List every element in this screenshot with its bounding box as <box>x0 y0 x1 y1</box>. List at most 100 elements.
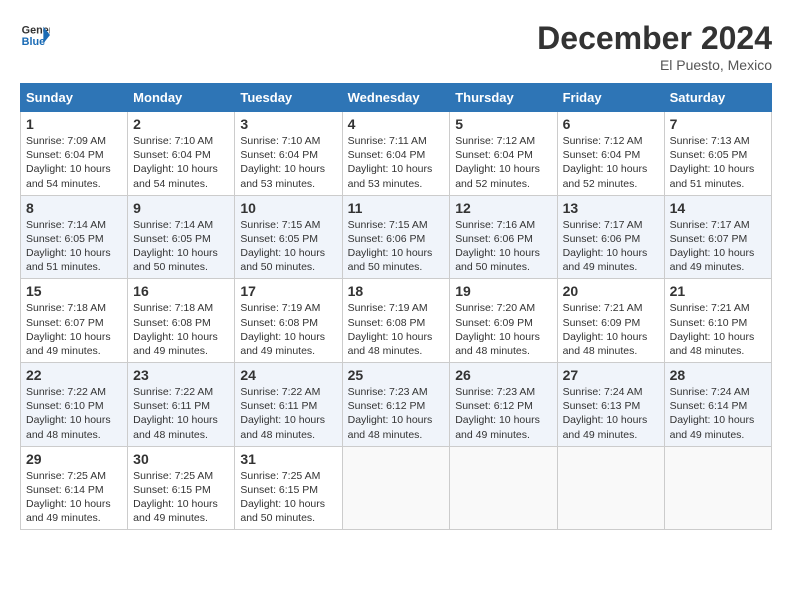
calendar-cell: 10Sunrise: 7:15 AM Sunset: 6:05 PM Dayli… <box>235 195 342 279</box>
day-number: 12 <box>455 200 551 216</box>
day-number: 31 <box>240 451 336 467</box>
day-info: Sunrise: 7:19 AM Sunset: 6:08 PM Dayligh… <box>348 301 445 358</box>
day-info: Sunrise: 7:14 AM Sunset: 6:05 PM Dayligh… <box>26 218 122 275</box>
day-number: 7 <box>670 116 766 132</box>
calendar-cell: 25 Sunrise: 7:23 AM Sunset: 6:12 PM Dayli… <box>342 363 450 447</box>
day-number: 26 <box>455 367 551 383</box>
day-number: 22 <box>26 367 122 383</box>
day-number: 28 <box>670 367 766 383</box>
day-number: 18 <box>348 283 445 299</box>
day-info: Sunrise: 7:22 AM Sunset: 6:11 PM Dayligh… <box>240 385 336 442</box>
calendar-cell: 24 Sunrise: 7:22 AM Sunset: 6:11 PM Dayli… <box>235 363 342 447</box>
calendar-week-3: 15 Sunrise: 7:18 AM Sunset: 6:07 PM Dayli… <box>21 279 772 363</box>
day-number: 13 <box>563 200 659 216</box>
calendar-header-saturday: Saturday <box>664 84 771 112</box>
day-number: 27 <box>563 367 659 383</box>
day-info: Sunrise: 7:17 AM Sunset: 6:06 PM Dayligh… <box>563 218 659 275</box>
day-info: Sunrise: 7:23 AM Sunset: 6:12 PM Dayligh… <box>348 385 445 442</box>
calendar-cell: 29 Sunrise: 7:25 AM Sunset: 6:14 PM Dayli… <box>21 446 128 530</box>
day-info: Sunrise: 7:18 AM Sunset: 6:07 PM Dayligh… <box>26 301 122 358</box>
day-info: Sunrise: 7:15 AM Sunset: 6:06 PM Dayligh… <box>348 218 445 275</box>
day-number: 16 <box>133 283 229 299</box>
location: El Puesto, Mexico <box>537 57 772 73</box>
day-number: 29 <box>26 451 122 467</box>
calendar-cell: 26 Sunrise: 7:23 AM Sunset: 6:12 PM Dayli… <box>450 363 557 447</box>
calendar-cell: 19 Sunrise: 7:20 AM Sunset: 6:09 PM Dayli… <box>450 279 557 363</box>
day-info: Sunrise: 7:10 AM Sunset: 6:04 PM Dayligh… <box>240 134 336 191</box>
calendar-table: SundayMondayTuesdayWednesdayThursdayFrid… <box>20 83 772 530</box>
svg-text:Blue: Blue <box>22 36 45 48</box>
calendar-header-row: SundayMondayTuesdayWednesdayThursdayFrid… <box>21 84 772 112</box>
calendar-cell: 4Sunrise: 7:11 AM Sunset: 6:04 PM Daylig… <box>342 112 450 196</box>
day-number: 15 <box>26 283 122 299</box>
calendar-cell: 30 Sunrise: 7:25 AM Sunset: 6:15 PM Dayli… <box>128 446 235 530</box>
day-number: 24 <box>240 367 336 383</box>
calendar-header-sunday: Sunday <box>21 84 128 112</box>
day-info: Sunrise: 7:10 AM Sunset: 6:04 PM Dayligh… <box>133 134 229 191</box>
calendar-week-5: 29 Sunrise: 7:25 AM Sunset: 6:14 PM Dayli… <box>21 446 772 530</box>
day-info: Sunrise: 7:17 AM Sunset: 6:07 PM Dayligh… <box>670 218 766 275</box>
calendar-cell: 14Sunrise: 7:17 AM Sunset: 6:07 PM Dayli… <box>664 195 771 279</box>
calendar-week-4: 22Sunrise: 7:22 AM Sunset: 6:10 PM Dayli… <box>21 363 772 447</box>
day-number: 17 <box>240 283 336 299</box>
calendar-cell: 28Sunrise: 7:24 AM Sunset: 6:14 PM Dayli… <box>664 363 771 447</box>
calendar-cell: 8 Sunrise: 7:14 AM Sunset: 6:05 PM Daylig… <box>21 195 128 279</box>
day-number: 11 <box>348 200 445 216</box>
calendar-header-friday: Friday <box>557 84 664 112</box>
day-number: 25 <box>348 367 445 383</box>
day-number: 8 <box>26 200 122 216</box>
day-info: Sunrise: 7:25 AM Sunset: 6:15 PM Dayligh… <box>133 469 229 526</box>
calendar-cell: 31 Sunrise: 7:25 AM Sunset: 6:15 PM Dayli… <box>235 446 342 530</box>
calendar-week-1: 1 Sunrise: 7:09 AM Sunset: 6:04 PM Daylig… <box>21 112 772 196</box>
day-info: Sunrise: 7:12 AM Sunset: 6:04 PM Dayligh… <box>455 134 551 191</box>
day-info: Sunrise: 7:21 AM Sunset: 6:10 PM Dayligh… <box>670 301 766 358</box>
day-info: Sunrise: 7:23 AM Sunset: 6:12 PM Dayligh… <box>455 385 551 442</box>
calendar-cell: 12Sunrise: 7:16 AM Sunset: 6:06 PM Dayli… <box>450 195 557 279</box>
day-number: 21 <box>670 283 766 299</box>
day-info: Sunrise: 7:25 AM Sunset: 6:15 PM Dayligh… <box>240 469 336 526</box>
day-info: Sunrise: 7:20 AM Sunset: 6:09 PM Dayligh… <box>455 301 551 358</box>
calendar-cell: 17 Sunrise: 7:19 AM Sunset: 6:08 PM Dayli… <box>235 279 342 363</box>
day-info: Sunrise: 7:15 AM Sunset: 6:05 PM Dayligh… <box>240 218 336 275</box>
day-number: 4 <box>348 116 445 132</box>
calendar-cell: 23Sunrise: 7:22 AM Sunset: 6:11 PM Dayli… <box>128 363 235 447</box>
calendar-week-2: 8 Sunrise: 7:14 AM Sunset: 6:05 PM Daylig… <box>21 195 772 279</box>
day-info: Sunrise: 7:21 AM Sunset: 6:09 PM Dayligh… <box>563 301 659 358</box>
day-info: Sunrise: 7:13 AM Sunset: 6:05 PM Dayligh… <box>670 134 766 191</box>
calendar-cell <box>557 446 664 530</box>
calendar-cell: 13 Sunrise: 7:17 AM Sunset: 6:06 PM Dayli… <box>557 195 664 279</box>
calendar-header-wednesday: Wednesday <box>342 84 450 112</box>
calendar-cell: 3 Sunrise: 7:10 AM Sunset: 6:04 PM Daylig… <box>235 112 342 196</box>
day-number: 1 <box>26 116 122 132</box>
day-info: Sunrise: 7:19 AM Sunset: 6:08 PM Dayligh… <box>240 301 336 358</box>
logo: General Blue <box>20 20 50 50</box>
calendar-cell: 16 Sunrise: 7:18 AM Sunset: 6:08 PM Dayli… <box>128 279 235 363</box>
calendar-header-thursday: Thursday <box>450 84 557 112</box>
calendar-cell <box>664 446 771 530</box>
calendar-cell: 18 Sunrise: 7:19 AM Sunset: 6:08 PM Dayli… <box>342 279 450 363</box>
calendar-cell: 21 Sunrise: 7:21 AM Sunset: 6:10 PM Dayli… <box>664 279 771 363</box>
day-info: Sunrise: 7:18 AM Sunset: 6:08 PM Dayligh… <box>133 301 229 358</box>
calendar-cell: 9 Sunrise: 7:14 AM Sunset: 6:05 PM Daylig… <box>128 195 235 279</box>
day-info: Sunrise: 7:12 AM Sunset: 6:04 PM Dayligh… <box>563 134 659 191</box>
day-info: Sunrise: 7:22 AM Sunset: 6:11 PM Dayligh… <box>133 385 229 442</box>
calendar-cell <box>450 446 557 530</box>
calendar-cell <box>342 446 450 530</box>
calendar-cell: 1 Sunrise: 7:09 AM Sunset: 6:04 PM Daylig… <box>21 112 128 196</box>
day-number: 9 <box>133 200 229 216</box>
logo-icon: General Blue <box>20 20 50 50</box>
day-number: 19 <box>455 283 551 299</box>
day-info: Sunrise: 7:25 AM Sunset: 6:14 PM Dayligh… <box>26 469 122 526</box>
day-info: Sunrise: 7:09 AM Sunset: 6:04 PM Dayligh… <box>26 134 122 191</box>
day-number: 6 <box>563 116 659 132</box>
calendar-cell: 2Sunrise: 7:10 AM Sunset: 6:04 PM Daylig… <box>128 112 235 196</box>
calendar-cell: 11 Sunrise: 7:15 AM Sunset: 6:06 PM Dayli… <box>342 195 450 279</box>
calendar-cell: 20Sunrise: 7:21 AM Sunset: 6:09 PM Dayli… <box>557 279 664 363</box>
calendar-cell: 22Sunrise: 7:22 AM Sunset: 6:10 PM Dayli… <box>21 363 128 447</box>
day-number: 3 <box>240 116 336 132</box>
day-info: Sunrise: 7:14 AM Sunset: 6:05 PM Dayligh… <box>133 218 229 275</box>
day-info: Sunrise: 7:24 AM Sunset: 6:13 PM Dayligh… <box>563 385 659 442</box>
calendar-cell: 7 Sunrise: 7:13 AM Sunset: 6:05 PM Daylig… <box>664 112 771 196</box>
day-number: 30 <box>133 451 229 467</box>
calendar-cell: 15 Sunrise: 7:18 AM Sunset: 6:07 PM Dayli… <box>21 279 128 363</box>
